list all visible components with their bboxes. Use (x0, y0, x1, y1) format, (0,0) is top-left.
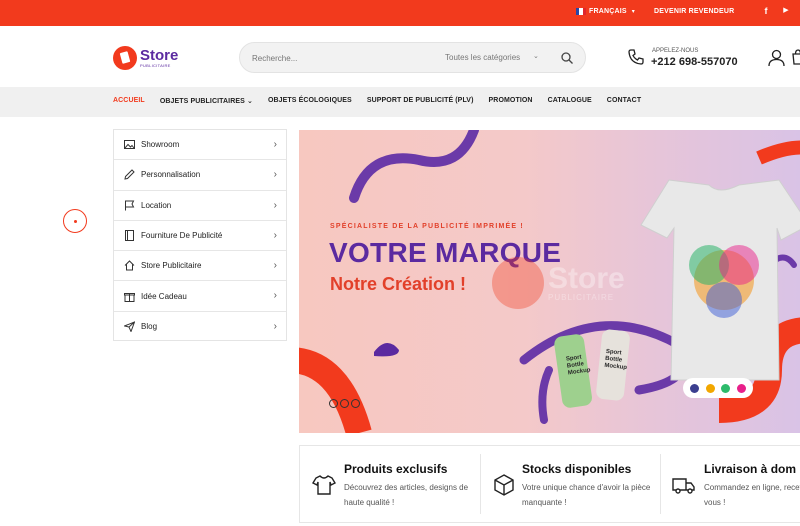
chevron-right-icon: › (273, 169, 277, 181)
sidebar-item-blog[interactable]: Blog › (114, 312, 286, 342)
color-swatch[interactable] (721, 383, 731, 393)
color-swatch[interactable] (689, 383, 699, 393)
nav-item-promotion[interactable]: PROMOTION (489, 97, 533, 105)
facebook-icon[interactable]: f (760, 6, 772, 17)
phone-icon (628, 49, 644, 65)
gift-icon (124, 292, 135, 302)
call-us-label: APPELEZ-NOUS (652, 48, 699, 54)
category-select[interactable]: Toutes les catégories (445, 53, 520, 62)
search-input[interactable] (252, 51, 432, 65)
logo-name: Store (140, 47, 179, 64)
feature-description: Commandez en ligne, recevez chez vous ! (704, 483, 800, 507)
banner-subheadline: Notre Création ! (330, 274, 467, 294)
slider-pagination (329, 399, 360, 408)
nav-item-catalogue[interactable]: CATALOGUE (548, 97, 592, 105)
search-icon[interactable] (560, 51, 574, 65)
feature-description: Découvrez des articles, designs de haute… (344, 483, 469, 507)
main-nav: ACCUEIL OBJETS PUBLICITAIRES ⌄ OBJETS ÉC… (0, 87, 800, 117)
feature-title: Produits exclusifs (344, 462, 448, 476)
logo-mark-icon (113, 46, 137, 70)
sidebar-item-showroom[interactable]: Showroom › (114, 130, 286, 161)
feature-title: Stocks disponibles (522, 462, 632, 476)
features-strip: Produits exclusifs Découvrez des article… (299, 445, 800, 523)
flag-icon (125, 200, 135, 211)
divider (480, 454, 481, 514)
sidebar-item-label: Showroom (141, 140, 180, 150)
france-flag-icon (576, 8, 586, 15)
cart-icon[interactable] (792, 49, 800, 65)
youtube-icon[interactable]: ▶ (780, 6, 792, 17)
top-bar: FRANÇAIS ▾ DEVENIR REVENDEUR f ▶ ◎ (0, 0, 800, 26)
sidebar-item-fourniture[interactable]: Fourniture De Publicité › (114, 221, 286, 252)
chevron-right-icon: › (273, 139, 277, 150)
chevron-right-icon: › (273, 260, 277, 272)
sidebar-item-label: Blog (141, 322, 158, 332)
hero-banner[interactable]: SPÉCIALISTE DE LA PUBLICITÉ IMPRIMÉE ! V… (299, 130, 800, 433)
language-selector[interactable]: FRANÇAIS ▾ (576, 8, 635, 15)
site-logo[interactable]: Store PUBLICITAIRE (113, 45, 183, 71)
sidebar-item-label: Store Publicitaire (141, 261, 202, 271)
color-swatch[interactable] (705, 383, 715, 393)
sidebar-item-label: Personnalisation (141, 170, 201, 180)
chevron-down-icon: ▾ (631, 9, 635, 15)
slider-dot[interactable] (340, 399, 349, 408)
sidebar-item-label: Fourniture De Publicité (141, 231, 223, 241)
nav-item-contact[interactable]: CONTACT (607, 97, 641, 105)
sidebar-item-label: Location (141, 200, 172, 210)
sidebar-item-label: Idée Cadeau (141, 291, 187, 301)
color-swatches (683, 378, 753, 398)
chevron-down-icon: ⌄ (533, 53, 539, 60)
nav-item-accueil[interactable]: ACCUEIL (113, 97, 145, 105)
truck-icon (672, 478, 695, 494)
language-label: FRANÇAIS (589, 8, 627, 15)
chevron-down-icon: ⌄ (246, 98, 253, 105)
sidebar-item-personnalisation[interactable]: Personnalisation › (114, 160, 286, 191)
box-icon (494, 474, 514, 496)
feature-stock: Stocks disponibles Votre unique chance d… (492, 446, 657, 522)
nav-item-objets-ecologiques[interactable]: OBJETS ÉCOLOGIQUES (268, 97, 352, 105)
slider-dot[interactable] (329, 399, 338, 408)
image-icon (124, 140, 135, 150)
chevron-right-icon: › (273, 290, 277, 302)
chevron-right-icon: › (273, 199, 277, 211)
chevron-right-icon: › (273, 229, 277, 241)
logo-mark-icon (492, 257, 544, 309)
logo-watermark: Store PUBLICITAIRE (492, 257, 625, 309)
category-sidebar: Showroom › Personnalisation › Location ›… (113, 129, 287, 341)
phone-number[interactable]: +212 698-557070 (651, 56, 738, 68)
social-links: f ▶ ◎ (760, 6, 800, 17)
become-reseller-link[interactable]: DEVENIR REVENDEUR (654, 8, 734, 15)
bottle-print: Sport Bottle Mockup (566, 354, 591, 378)
watermark-tagline: PUBLICITAIRE (548, 293, 615, 302)
sidebar-item-idee-cadeau[interactable]: Idée Cadeau › (114, 281, 286, 312)
slider-dot[interactable] (351, 399, 360, 408)
user-account-icon[interactable] (768, 49, 785, 67)
divider (660, 454, 661, 514)
nav-item-label: OBJETS PUBLICITAIRES (159, 98, 245, 105)
home-icon (124, 260, 135, 271)
tshirt-icon (312, 475, 336, 495)
banner-tagline: SPÉCIALISTE DE LA PUBLICITÉ IMPRIMÉE ! (330, 223, 524, 230)
nav-item-objets-publicitaires[interactable]: OBJETS PUBLICITAIRES ⌄ (160, 97, 253, 105)
feature-exclusive-products: Produits exclusifs Découvrez des article… (312, 446, 482, 522)
chevron-right-icon: › (273, 320, 277, 332)
feature-delivery: Livraison à dom Commandez en ligne, rece… (672, 446, 800, 522)
watermark-name: Store (548, 262, 625, 295)
bottle-print: Sport Bottle Mockup (604, 349, 629, 372)
search-bar: Toutes les catégories ⌄ (239, 42, 586, 73)
sidebar-item-store-publicitaire[interactable]: Store Publicitaire › (114, 251, 286, 282)
feature-description: Votre unique chance d'avoir la pièce man… (522, 483, 651, 507)
send-icon (124, 321, 135, 333)
notebook-icon (125, 230, 134, 242)
nav-item-plv[interactable]: SUPPORT DE PUBLICITÉ (PLV) (367, 97, 474, 105)
color-swatch[interactable] (737, 383, 747, 393)
feature-title: Livraison à dom (704, 462, 797, 476)
scroll-indicator[interactable] (63, 209, 87, 233)
logo-tagline: PUBLICITAIRE (140, 63, 171, 68)
pencil-icon (124, 169, 135, 181)
sidebar-item-location[interactable]: Location › (114, 191, 286, 221)
